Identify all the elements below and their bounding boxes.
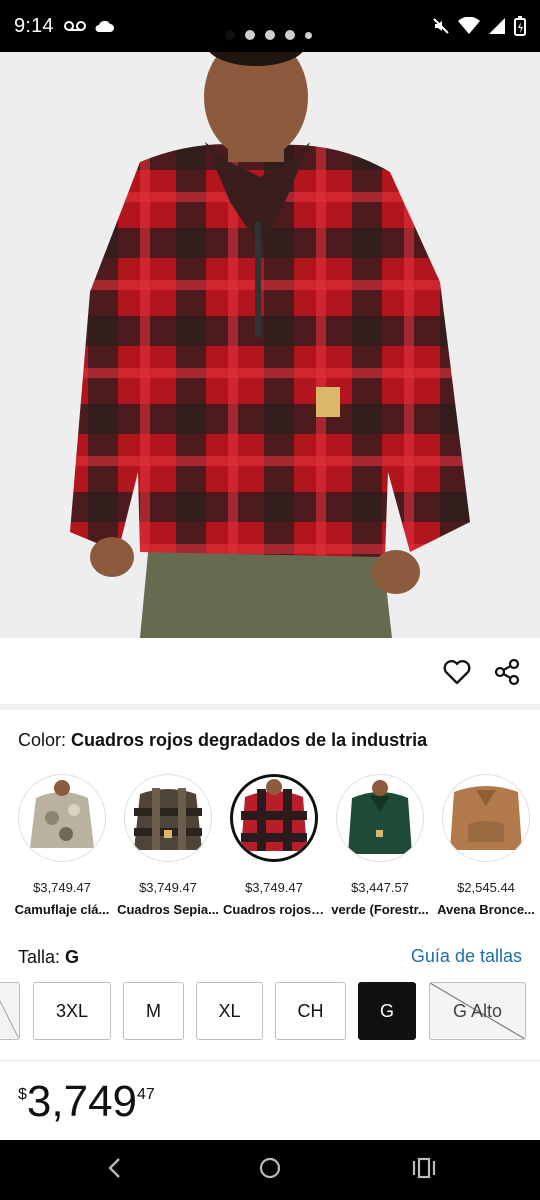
section-divider: [0, 704, 540, 710]
color-swatch-selected[interactable]: $3,749.47 Cuadros rojos ...: [221, 770, 327, 917]
status-time: 9:14: [14, 14, 54, 37]
battery-icon: [514, 16, 526, 36]
swatch-name: Camuflaje clá...: [14, 902, 110, 917]
color-label: Color:: [18, 730, 67, 750]
color-selected-value: Cuadros rojos degradados de la industria: [71, 730, 428, 750]
pagination-dot-active[interactable]: [225, 30, 235, 40]
section-divider: [0, 1060, 540, 1061]
swatch-thumbnail[interactable]: [442, 774, 530, 862]
color-heading: Color: Cuadros rojos degradados de la in…: [18, 730, 427, 751]
swatch-name: Cuadros rojos ...: [223, 902, 326, 917]
size-option[interactable]: XL: [196, 982, 263, 1040]
share-icon: [493, 658, 521, 691]
swatch-thumbnail[interactable]: [18, 774, 106, 862]
product-price: $ 3,749 47: [18, 1078, 155, 1126]
voicemail-icon: [63, 20, 86, 32]
color-swatch[interactable]: $3,749.47 Camuflaje clá...: [9, 770, 115, 917]
size-option[interactable]: 3XL: [33, 982, 111, 1040]
size-heading: Talla: G: [18, 947, 79, 968]
system-navigation-bar: [0, 1140, 540, 1200]
status-bar: 9:14: [0, 0, 540, 52]
signal-icon: [488, 17, 506, 35]
size-option-selected[interactable]: G: [358, 982, 416, 1040]
nav-recents-button[interactable]: [404, 1152, 444, 1188]
recents-icon: [412, 1157, 436, 1184]
color-swatch[interactable]: $2,545.44 Avena Bronce...: [433, 770, 539, 917]
wifi-icon: [458, 17, 480, 35]
swatch-thumbnail[interactable]: [124, 774, 212, 862]
pagination-dot[interactable]: [285, 30, 295, 40]
share-button[interactable]: [490, 657, 524, 691]
color-swatch[interactable]: $3,749.47 Cuadros Sepia...: [115, 770, 221, 917]
product-image[interactable]: [0, 52, 540, 638]
mute-icon: [432, 17, 450, 35]
swatch-price: $3,749.47: [33, 880, 91, 895]
price-integer: 3,749: [26, 1077, 138, 1126]
size-option-partial[interactable]: [0, 982, 20, 1040]
swatch-name: Avena Bronce...: [437, 902, 535, 917]
pagination-dot[interactable]: [305, 31, 312, 39]
swatch-price: $3,749.47: [139, 880, 197, 895]
price-decimals: 47: [137, 1086, 155, 1103]
favorite-button[interactable]: [440, 657, 474, 691]
swatch-thumbnail[interactable]: [336, 774, 424, 862]
home-icon: [258, 1156, 282, 1185]
size-option-unavailable[interactable]: G Alto: [429, 982, 526, 1040]
size-label: Talla:: [18, 947, 61, 967]
color-swatch-list: $3,749.47 Camuflaje clá... $3,749.47 Cua…: [0, 770, 540, 930]
cloud-icon: [94, 19, 114, 33]
nav-back-button[interactable]: [94, 1152, 134, 1188]
size-option-label: G Alto: [452, 1000, 503, 1021]
size-guide-link[interactable]: Guía de tallas: [411, 946, 522, 967]
pagination-dot[interactable]: [265, 30, 275, 40]
swatch-thumbnail[interactable]: [230, 774, 318, 862]
size-option[interactable]: M: [123, 982, 184, 1040]
price-currency: $: [18, 1086, 27, 1103]
size-selected-value: G: [65, 947, 80, 967]
swatch-name: Cuadros Sepia...: [117, 902, 219, 917]
swatch-name: verde (Forestr...: [331, 902, 429, 917]
gallery-pagination[interactable]: [225, 30, 312, 40]
swatch-price: $3,749.47: [245, 880, 303, 895]
heart-outline-icon: [443, 659, 471, 690]
size-option-list: 3XL M XL CH G G Alto: [0, 982, 540, 1040]
pagination-dot[interactable]: [245, 30, 255, 40]
nav-home-button[interactable]: [250, 1152, 290, 1188]
back-icon: [106, 1157, 122, 1184]
swatch-price: $3,447.57: [351, 880, 409, 895]
swatch-price: $2,545.44: [457, 880, 515, 895]
size-option[interactable]: CH: [275, 982, 346, 1040]
color-swatch[interactable]: $3,447.57 verde (Forestr...: [327, 770, 433, 917]
